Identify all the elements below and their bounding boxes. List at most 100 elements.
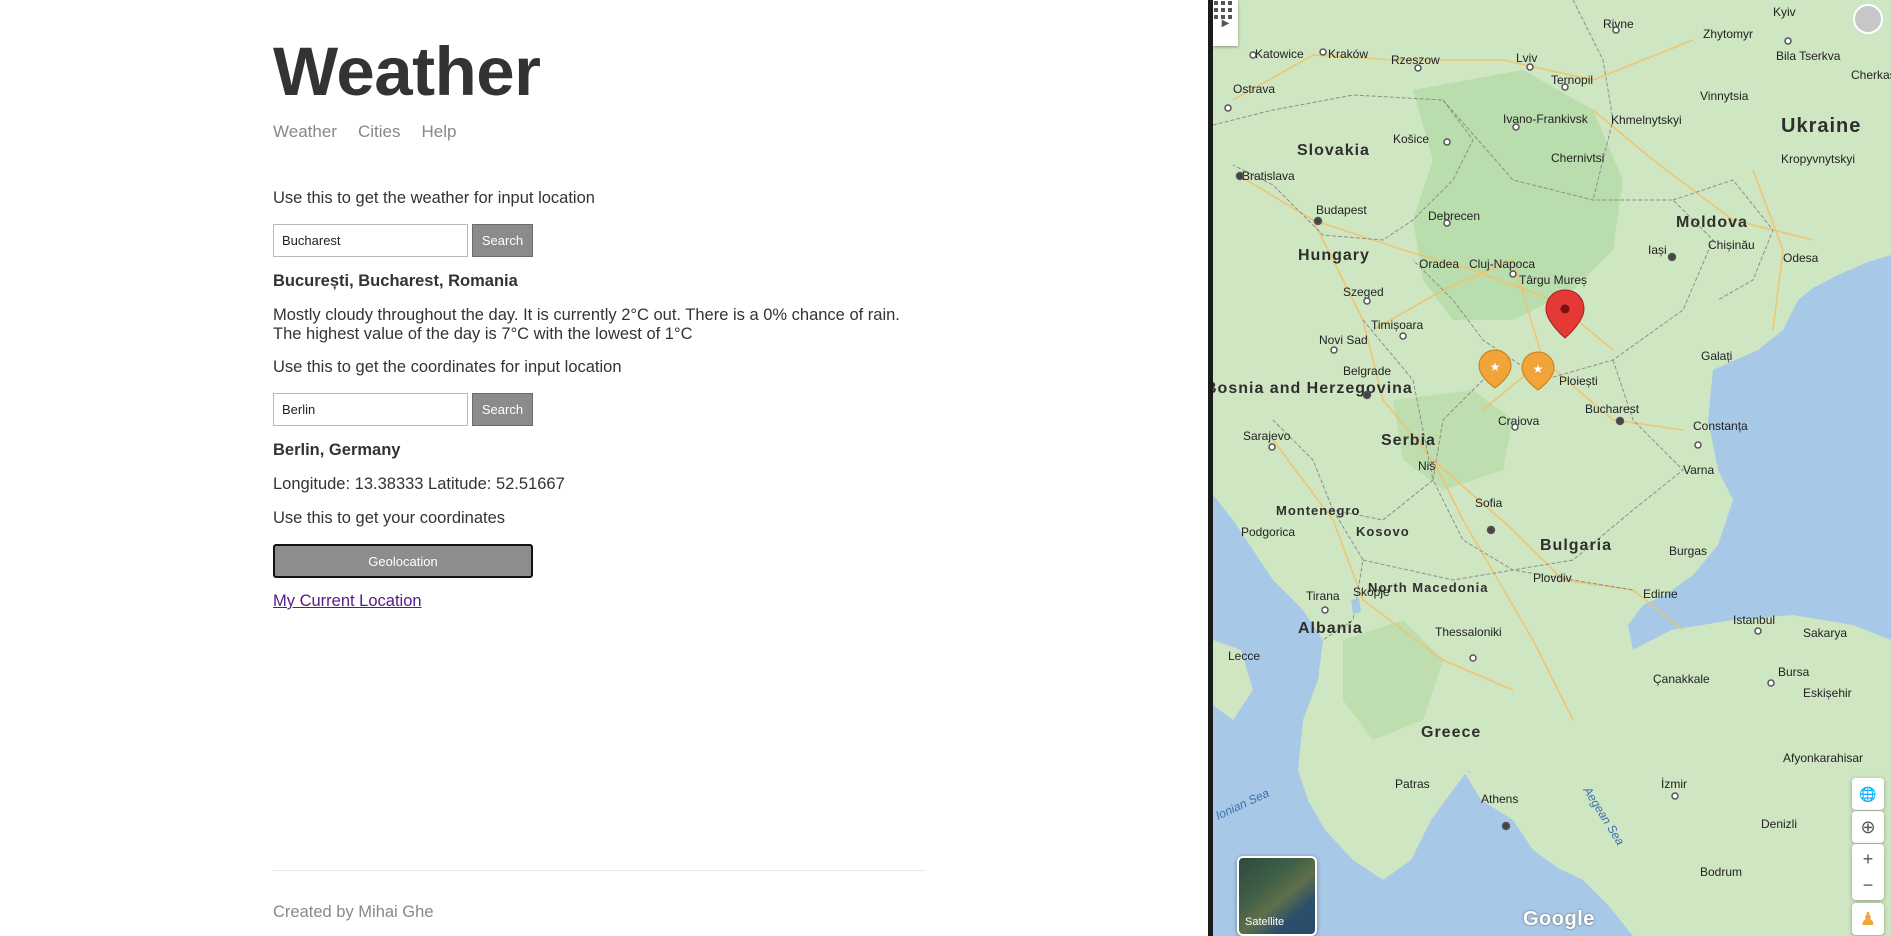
city-canakkale: Çanakkale [1653, 672, 1710, 686]
city-zhytomyr: Zhytomyr [1703, 27, 1753, 41]
street-view-pegman[interactable]: ♟ [1852, 903, 1884, 935]
city-rzeszow: Rzeszow [1391, 53, 1440, 67]
city-novi-sad: Novi Sad [1319, 333, 1368, 347]
coords-prompt: Use this to get the coordinates for inpu… [273, 358, 622, 376]
weather-app: Weather Weather Cities Help Use this to … [0, 0, 1208, 936]
city-ternopil: Ternopil [1551, 73, 1593, 87]
zoom-controls: + − [1852, 844, 1884, 900]
city-timisoara: Timișoara [1371, 318, 1424, 332]
city-bursa: Bursa [1778, 665, 1810, 679]
city-podgorica: Podgorica [1241, 525, 1295, 539]
geolocation-button[interactable]: Geolocation [273, 544, 533, 578]
city-oradea: Oradea [1419, 257, 1459, 271]
city-burgas: Burgas [1669, 544, 1707, 558]
coords-result-text: Longitude: 13.38333 Latitude: 52.51667 [273, 475, 565, 493]
city-lecce: Lecce [1228, 649, 1260, 663]
city-skopje: Skopje [1353, 585, 1390, 599]
city-vinnytsia: Vinnytsia [1700, 89, 1749, 103]
city-kropyvnytskyi: Kropyvnytskyi [1781, 152, 1855, 166]
satellite-label: Satellite [1245, 916, 1285, 928]
current-location-link[interactable]: My Current Location [273, 592, 422, 611]
google-logo: Google [1523, 908, 1595, 931]
geo-prompt: Use this to get your coordinates [273, 509, 506, 527]
city-szeged: Szeged [1343, 285, 1384, 299]
google-brand: Google [1523, 908, 1595, 930]
city-chisinau: Chișinău [1708, 238, 1755, 252]
city-denizli: Denizli [1761, 817, 1797, 831]
city-kyiv: Kyiv [1773, 5, 1796, 19]
weather-search-button[interactable]: Search [472, 224, 533, 257]
city-bodrum: Bodrum [1700, 865, 1742, 879]
apps-grid-icon[interactable] [1213, 0, 1233, 20]
sea-ionian: Ionian Sea [1213, 786, 1271, 823]
city-ploiesti: Ploiești [1559, 374, 1598, 388]
zoom-in-button[interactable]: + [1863, 846, 1874, 872]
globe-view-button[interactable]: 🌐 [1852, 778, 1884, 810]
weather-prompt: Use this to get the weather for input lo… [273, 189, 595, 207]
weather-location-input[interactable] [273, 224, 468, 257]
main-nav: Weather Cities Help [273, 122, 456, 142]
city-eskisehir: Eskișehir [1803, 686, 1852, 700]
city-bratislava: Bratislava [1242, 169, 1295, 183]
city-nis: Niš [1418, 459, 1435, 473]
crosshair-icon: ⊕ [1860, 816, 1876, 837]
city-sakarya: Sakarya [1803, 626, 1847, 640]
city-odesa: Odesa [1783, 251, 1819, 265]
satellite-toggle[interactable]: Satellite [1237, 856, 1317, 936]
nav-cities[interactable]: Cities [358, 122, 401, 142]
coords-result-title: Berlin, Germany [273, 441, 401, 459]
user-avatar[interactable] [1853, 4, 1883, 34]
site-title: Weather [273, 33, 541, 110]
nav-help[interactable]: Help [421, 122, 456, 142]
city-izmir: İzmir [1661, 777, 1687, 791]
city-cluj-napoca: Cluj-Napoca [1469, 257, 1535, 271]
city-belgrade: Belgrade [1343, 364, 1391, 378]
island-chios [1558, 742, 1573, 762]
city-cherkasy: Cherkasy [1851, 68, 1891, 82]
city-varna: Varna [1683, 463, 1714, 477]
city-sarajevo: Sarajevo [1243, 429, 1291, 443]
footer-credit: Created by Mihai Ghe [273, 903, 434, 921]
label-bosnia: Bosnia and Herzegovina [1213, 380, 1413, 397]
label-slovakia: Slovakia [1297, 142, 1370, 159]
label-montenegro: Montenegro [1276, 503, 1360, 518]
coords-search-button[interactable]: Search [472, 393, 533, 426]
label-moldova: Moldova [1676, 214, 1748, 231]
city-targu-mures: Târgu Mureș [1519, 273, 1587, 287]
city-constanta: Constanța [1693, 419, 1748, 433]
city-athens: Athens [1481, 792, 1518, 806]
weather-result-title: București, Bucharest, Romania [273, 272, 518, 290]
city-sofia: Sofia [1475, 496, 1503, 510]
city-ostrava: Ostrava [1233, 82, 1275, 96]
city-patras: Patras [1395, 777, 1430, 791]
city-bucharest: Bucharest [1585, 402, 1640, 416]
weather-search-row: Search [273, 224, 533, 257]
city-krakow: Kraków [1328, 47, 1368, 61]
label-hungary: Hungary [1298, 247, 1370, 264]
map-panel[interactable]: Slovakia Hungary Ukraine Moldova Serbia … [1213, 0, 1891, 936]
weather-result-text: Mostly cloudy throughout the day. It is … [273, 306, 900, 343]
city-katowice: Katowice [1255, 47, 1304, 61]
label-bulgaria: Bulgaria [1540, 537, 1612, 554]
city-craiova: Craiova [1498, 414, 1540, 428]
nav-weather[interactable]: Weather [273, 122, 337, 142]
star-icon: ★ [1490, 360, 1501, 374]
my-location-button[interactable]: ⊕ [1852, 811, 1884, 843]
city-edirne: Edirne [1643, 587, 1678, 601]
city-istanbul: Istanbul [1733, 613, 1775, 627]
pegman-icon: ♟ [1859, 908, 1877, 929]
city-galati: Galați [1701, 349, 1732, 363]
city-afyonkarahisar: Afyonkarahisar [1783, 751, 1863, 765]
coords-location-input[interactable] [273, 393, 468, 426]
label-albania: Albania [1298, 620, 1363, 637]
city-debrecen: Debrecen [1428, 209, 1480, 223]
city-khmelnytskyi: Khmelnytskyi [1611, 113, 1682, 127]
label-greece: Greece [1421, 724, 1481, 741]
star-icon: ★ [1533, 362, 1544, 376]
label-serbia: Serbia [1381, 432, 1436, 449]
city-tirana: Tirana [1306, 589, 1340, 603]
label-ukraine: Ukraine [1781, 115, 1861, 137]
footer-divider [273, 870, 925, 871]
zoom-out-button[interactable]: − [1863, 872, 1874, 898]
map-canvas[interactable]: Slovakia Hungary Ukraine Moldova Serbia … [1213, 0, 1891, 936]
